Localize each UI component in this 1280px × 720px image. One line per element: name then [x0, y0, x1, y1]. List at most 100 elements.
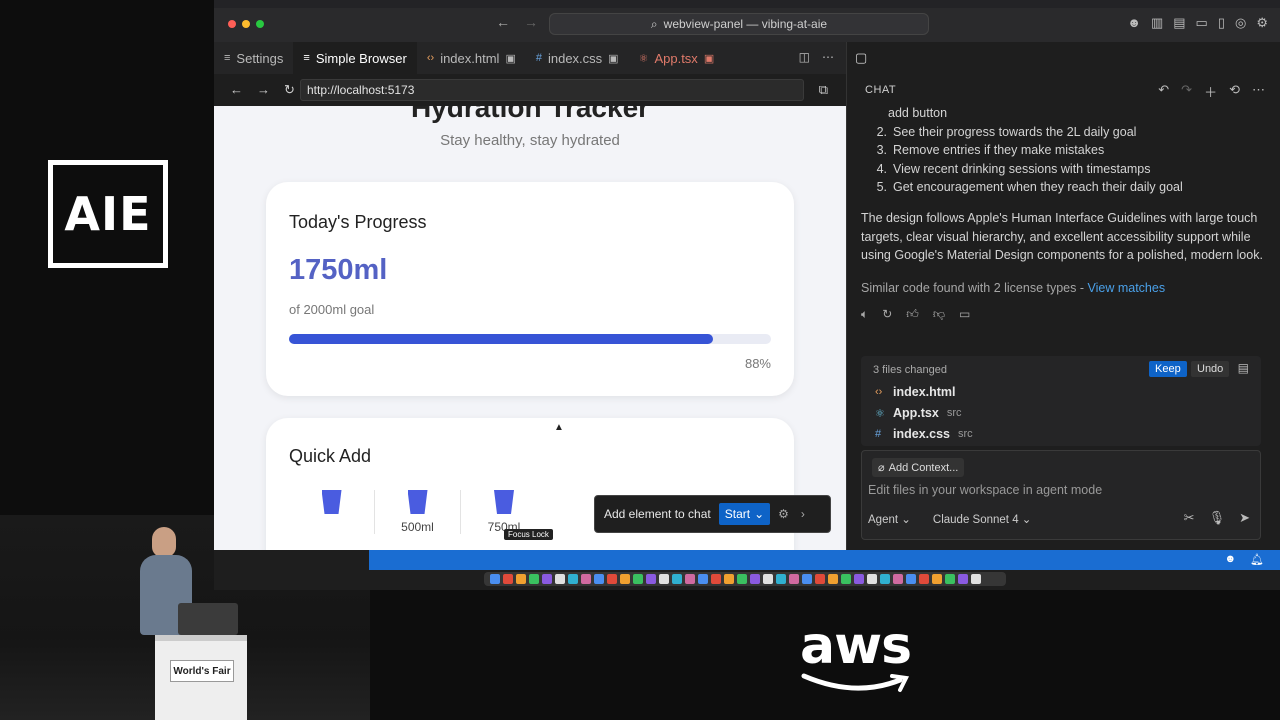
- dock-app-icon[interactable]: [607, 574, 617, 584]
- retry-icon[interactable]: ↻: [882, 305, 892, 324]
- minimize-window-button[interactable]: [242, 20, 250, 28]
- dock-app-icon[interactable]: [750, 574, 760, 584]
- maximize-window-button[interactable]: [256, 20, 264, 28]
- dock-app-icon[interactable]: [789, 574, 799, 584]
- split-editor-icon[interactable]: ◫: [799, 50, 810, 64]
- thumbs-down-icon[interactable]: 👎︎: [933, 305, 945, 324]
- diff-icon[interactable]: ▤: [1238, 361, 1249, 375]
- dock-app-icon[interactable]: [763, 574, 773, 584]
- add-context-button[interactable]: ⌀ Add Context...: [872, 458, 965, 477]
- changed-file-row[interactable]: # index.css src: [875, 427, 973, 441]
- dock-app-icon[interactable]: [659, 574, 669, 584]
- secondary-sidebar-icon[interactable]: ▯: [1218, 15, 1225, 31]
- more-icon[interactable]: ⋯: [1252, 82, 1265, 101]
- history-icon[interactable]: ⟲: [1229, 82, 1240, 101]
- plus-icon[interactable]: ＋: [1204, 82, 1217, 101]
- dock-app-icon[interactable]: [776, 574, 786, 584]
- dock-app-icon[interactable]: [802, 574, 812, 584]
- dock-app-icon[interactable]: [815, 574, 825, 584]
- dock-app-icon[interactable]: [828, 574, 838, 584]
- modified-dot-icon[interactable]: ▣: [608, 52, 618, 65]
- sidebar-toggle-icon[interactable]: ▤: [1173, 15, 1185, 31]
- dock-app-icon[interactable]: [594, 574, 604, 584]
- dock-app-icon[interactable]: [854, 574, 864, 584]
- dock-app-icon[interactable]: [581, 574, 591, 584]
- microphone-icon[interactable]: 🎙︎: [1209, 510, 1226, 526]
- forward-arrow-icon[interactable]: →: [524, 14, 538, 30]
- chat-input-box[interactable]: ⌀ Add Context... Edit files in your work…: [861, 450, 1261, 540]
- dock-app-icon[interactable]: [685, 574, 695, 584]
- tab-simple-browser[interactable]: ≡ Simple Browser: [293, 42, 417, 74]
- copilot-icon[interactable]: ☻: [1127, 15, 1141, 31]
- keep-button[interactable]: Keep: [1149, 361, 1187, 377]
- dock-app-icon[interactable]: [529, 574, 539, 584]
- comment-icon[interactable]: ▭: [959, 305, 970, 324]
- dock-app-icon[interactable]: [724, 574, 734, 584]
- tab-index-html[interactable]: ‹› index.html ▣: [417, 42, 526, 74]
- reload-icon[interactable]: ↻: [284, 82, 295, 98]
- changed-file-row[interactable]: ⚛ App.tsx src: [875, 406, 962, 420]
- chevron-down-icon[interactable]: ⌄: [754, 507, 764, 521]
- dock-app-icon[interactable]: [880, 574, 890, 584]
- quick-add-item[interactable]: 750ml: [461, 490, 547, 534]
- panel-toggle-icon[interactable]: ▭: [1196, 15, 1208, 31]
- dock-app-icon[interactable]: [945, 574, 955, 584]
- dock-app-icon[interactable]: [516, 574, 526, 584]
- browser-forward-icon[interactable]: →: [257, 82, 270, 98]
- quick-add-item[interactable]: 500ml: [375, 490, 461, 534]
- more-icon[interactable]: ⋯: [822, 50, 834, 64]
- url-input[interactable]: http://localhost:5173: [300, 79, 804, 101]
- layout-icon[interactable]: ▥: [1151, 15, 1163, 31]
- tab-index-css[interactable]: # index.css ▣: [526, 42, 629, 74]
- chat-bubble-icon[interactable]: ▢: [855, 50, 867, 66]
- dock-app-icon[interactable]: [672, 574, 682, 584]
- dock-app-icon[interactable]: [906, 574, 916, 584]
- mode-picker[interactable]: Agent ⌄: [868, 512, 911, 526]
- tab-app-tsx[interactable]: ⚛ App.tsx ▣: [629, 42, 725, 74]
- chevron-right-icon[interactable]: ›: [801, 507, 805, 521]
- copilot-status-icon[interactable]: ☻: [1224, 553, 1236, 566]
- dock-app-icon[interactable]: [633, 574, 643, 584]
- dock-app-icon[interactable]: [646, 574, 656, 584]
- chat-input-placeholder[interactable]: Edit files in your workspace in agent mo…: [868, 483, 1102, 497]
- gear-icon[interactable]: ⚙: [1256, 15, 1268, 31]
- dock-app-icon[interactable]: [932, 574, 942, 584]
- back-arrow-icon[interactable]: ←: [496, 14, 510, 30]
- dock-app-icon[interactable]: [893, 574, 903, 584]
- view-matches-link[interactable]: View matches: [1088, 281, 1166, 295]
- dock-app-icon[interactable]: [919, 574, 929, 584]
- model-picker[interactable]: Claude Sonnet 4 ⌄: [933, 512, 1032, 526]
- undo-button[interactable]: Undo: [1191, 361, 1230, 377]
- dock-app-icon[interactable]: [555, 574, 565, 584]
- dock-app-icon[interactable]: [737, 574, 747, 584]
- modified-dot-icon[interactable]: ▣: [704, 52, 714, 65]
- dock-app-icon[interactable]: [698, 574, 708, 584]
- account-icon[interactable]: ◎: [1235, 15, 1246, 31]
- tools-icon[interactable]: ✂: [1184, 510, 1195, 526]
- redo-icon[interactable]: ↷: [1181, 82, 1192, 101]
- undo-icon[interactable]: ↶: [1158, 82, 1169, 101]
- start-button[interactable]: Start ⌄: [718, 503, 771, 525]
- open-external-icon[interactable]: ⧉: [819, 82, 828, 98]
- command-center[interactable]: ⌕ webview-panel — vibing-at-aie: [549, 13, 929, 35]
- send-icon[interactable]: ➤: [1239, 510, 1250, 526]
- tab-settings[interactable]: ≡ Settings: [214, 42, 293, 74]
- dock-app-icon[interactable]: [620, 574, 630, 584]
- dock-app-icon[interactable]: [490, 574, 500, 584]
- dock-app-icon[interactable]: [958, 574, 968, 584]
- browser-back-icon[interactable]: ←: [230, 82, 243, 98]
- bell-icon[interactable]: 🔔︎: [1250, 553, 1264, 566]
- dock-app-icon[interactable]: [503, 574, 513, 584]
- dock-app-icon[interactable]: [841, 574, 851, 584]
- dock-app-icon[interactable]: [711, 574, 721, 584]
- thumbs-up-icon[interactable]: 👍︎: [906, 305, 919, 324]
- speaker-icon[interactable]: 🔈︎: [861, 305, 868, 324]
- dock-app-icon[interactable]: [971, 574, 981, 584]
- dock-app-icon[interactable]: [542, 574, 552, 584]
- changed-file-row[interactable]: ‹› index.html: [875, 385, 964, 399]
- dock-app-icon[interactable]: [568, 574, 578, 584]
- dock-app-icon[interactable]: [867, 574, 877, 584]
- quick-add-item[interactable]: [289, 490, 375, 534]
- modified-dot-icon[interactable]: ▣: [505, 52, 515, 65]
- close-window-button[interactable]: [228, 20, 236, 28]
